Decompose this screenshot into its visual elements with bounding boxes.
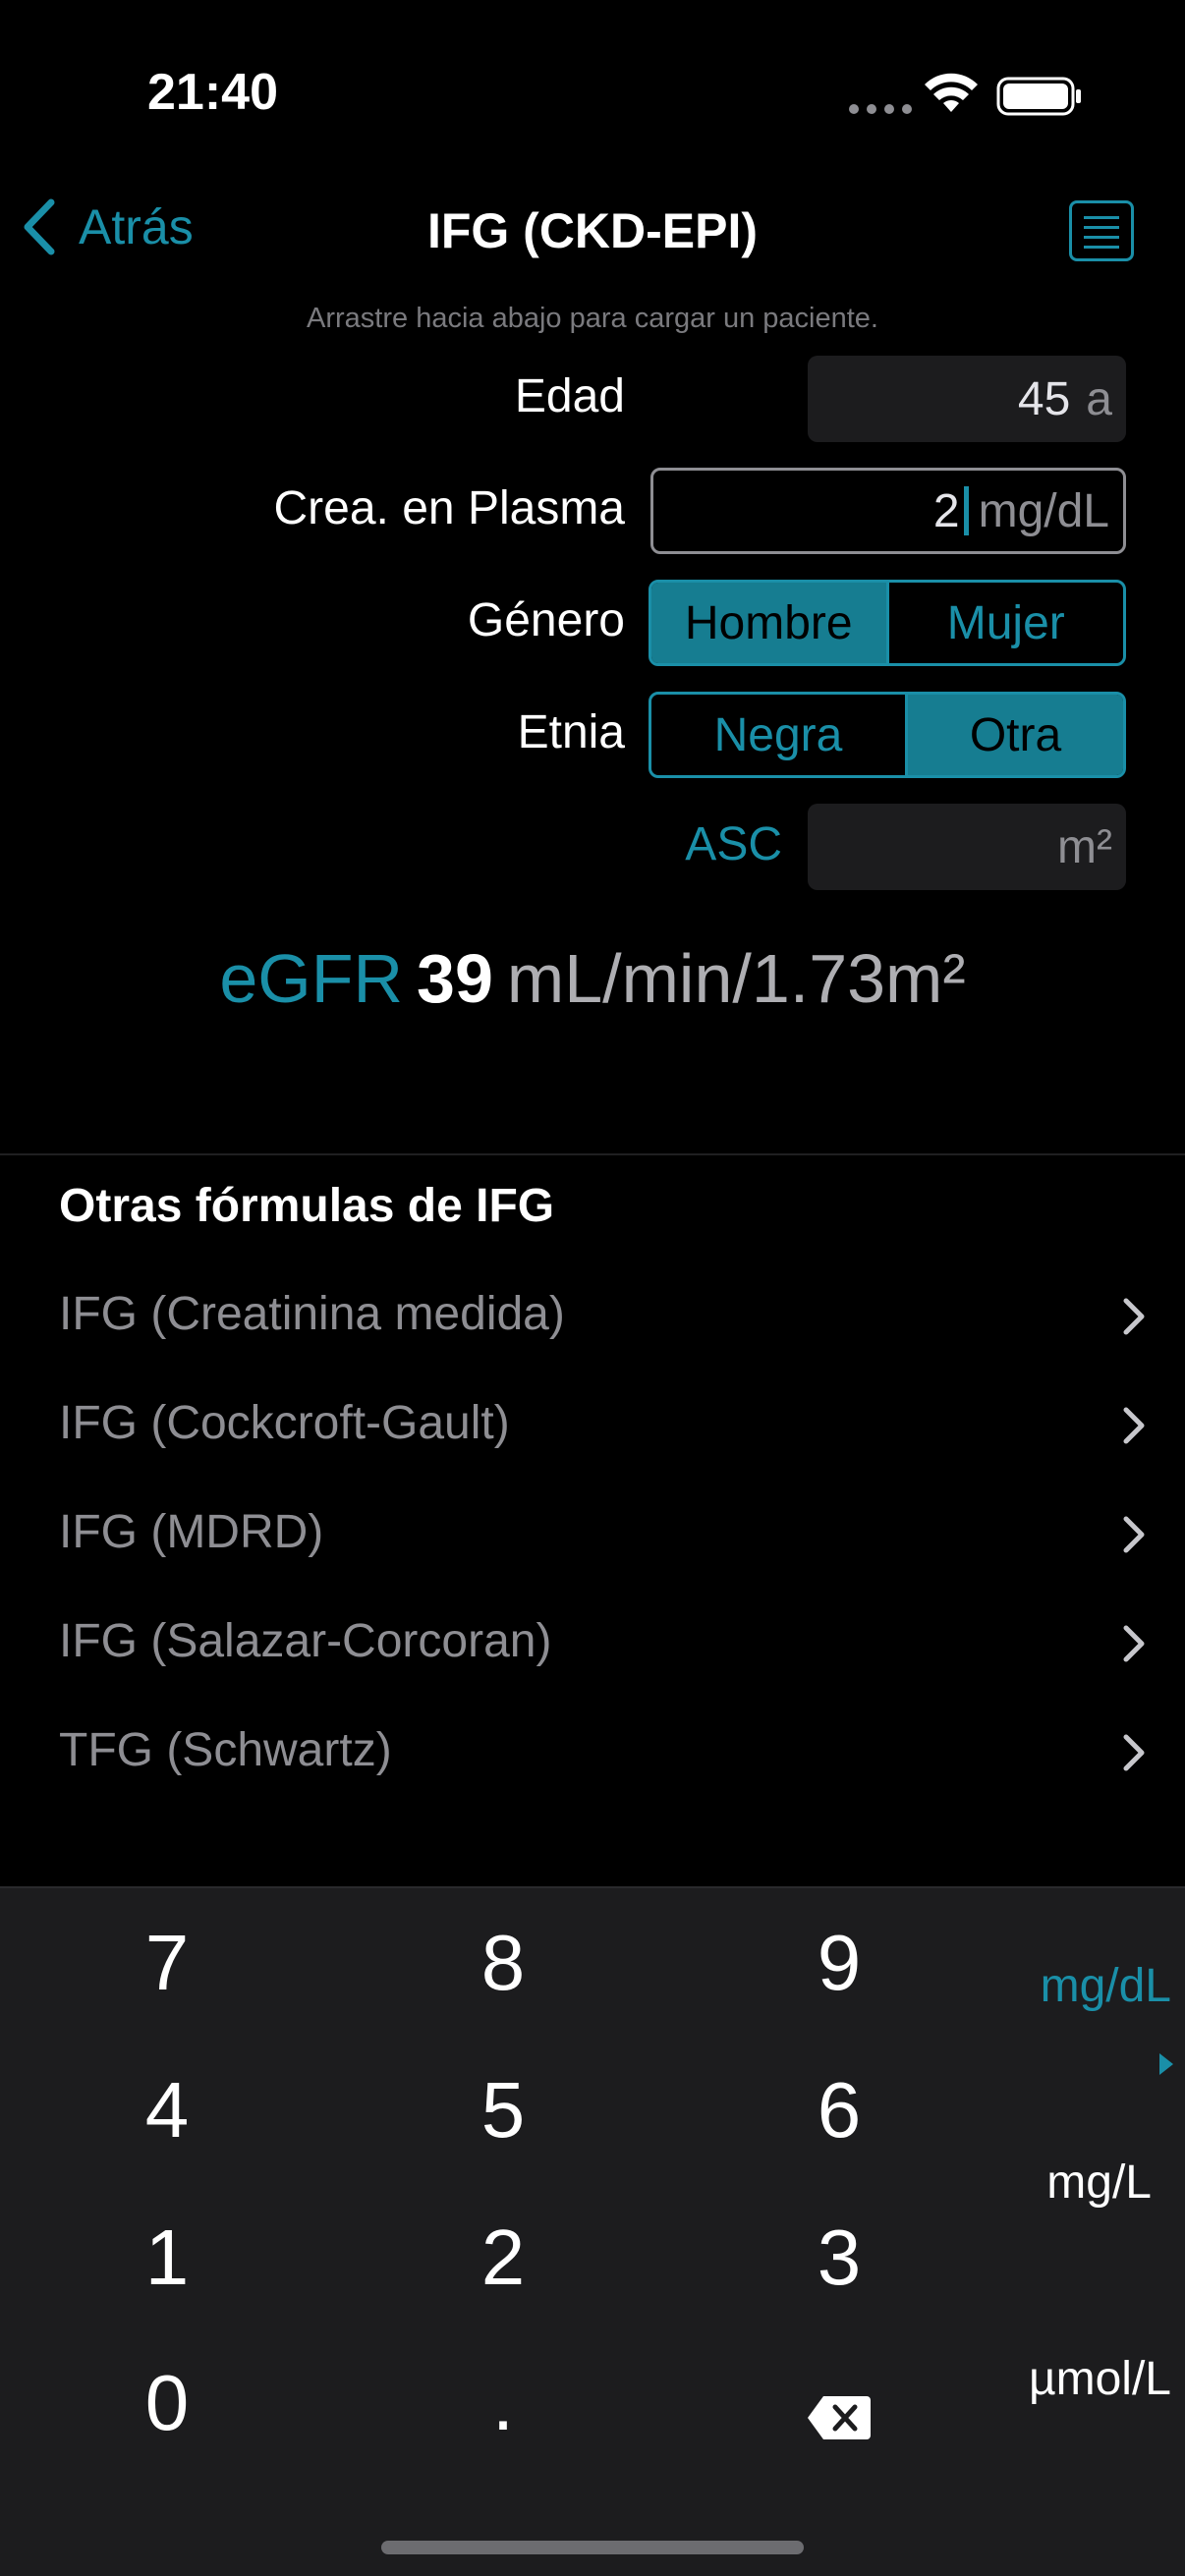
age-field[interactable]: 45 a — [808, 356, 1126, 442]
chevron-right-icon — [1123, 1625, 1145, 1662]
age-value: 45 — [1017, 372, 1071, 425]
list-item[interactable]: TFG (Schwartz) — [0, 1696, 1185, 1804]
backspace-key[interactable] — [672, 2370, 1006, 2448]
gender-segmented-control[interactable]: Hombre Mujer — [649, 580, 1126, 666]
list-item[interactable]: IFG (Creatinina medida) — [0, 1260, 1185, 1368]
key-3[interactable]: 3 — [672, 2212, 1006, 2303]
status-time: 21:40 — [147, 64, 278, 121]
creatinine-unit: mg/dL — [978, 484, 1109, 537]
unit-option-mg-dl[interactable]: mg/dL — [1041, 1959, 1171, 2013]
ethnicity-option-negra[interactable]: Negra — [651, 695, 905, 775]
creatinine-label: Crea. en Plasma — [273, 482, 626, 534]
age-label: Edad — [514, 370, 625, 422]
ethnicity-label: Etnia — [517, 706, 625, 758]
ethnicity-option-otra[interactable]: Otra — [905, 695, 1123, 775]
age-unit: a — [1086, 372, 1112, 425]
unit-option-mg-l[interactable]: mg/L — [1046, 2156, 1152, 2210]
home-indicator[interactable] — [381, 2541, 804, 2554]
bsa-label[interactable]: ASC — [685, 817, 782, 871]
gender-label: Género — [467, 594, 625, 646]
key-8[interactable]: 8 — [336, 1918, 670, 2008]
list-item[interactable]: IFG (Cockcroft-Gault) — [0, 1369, 1185, 1477]
list-icon[interactable] — [1069, 200, 1134, 261]
chevron-right-icon — [1123, 1734, 1145, 1771]
egfr-value: 39 — [417, 940, 493, 1017]
key-1[interactable]: 1 — [0, 2212, 334, 2303]
unit-option-umol-l[interactable]: µmol/L — [1029, 2352, 1171, 2406]
bsa-field[interactable]: m² — [808, 804, 1126, 890]
list-item-label: IFG (Salazar-Corcoran) — [59, 1614, 552, 1667]
creatinine-value: 2 — [932, 484, 960, 537]
gender-option-hombre[interactable]: Hombre — [651, 583, 886, 663]
egfr-result: eGFR 39 mL/min/1.73m² — [0, 939, 1185, 1018]
selection-indicator-icon — [1159, 2053, 1173, 2075]
bsa-unit: m² — [1057, 820, 1112, 873]
gender-option-mujer[interactable]: Mujer — [885, 583, 1124, 663]
chevron-right-icon — [1123, 1407, 1145, 1444]
text-cursor — [963, 486, 969, 535]
key-6[interactable]: 6 — [672, 2065, 1006, 2156]
key-4[interactable]: 4 — [0, 2065, 334, 2156]
creatinine-field[interactable]: 2 mg/dL — [650, 468, 1126, 554]
key-2[interactable]: 2 — [336, 2212, 670, 2303]
ethnicity-segmented-control[interactable]: Negra Otra — [649, 692, 1126, 778]
key-5[interactable]: 5 — [336, 2065, 670, 2156]
key-9[interactable]: 9 — [672, 1918, 1006, 2008]
battery-icon — [996, 77, 1081, 116]
list-item[interactable]: IFG (MDRD) — [0, 1478, 1185, 1586]
key-decimal[interactable]: . — [336, 2358, 670, 2448]
key-7[interactable]: 7 — [0, 1918, 334, 2008]
pull-hint: Arrastre hacia abajo para cargar un paci… — [307, 303, 878, 334]
chevron-right-icon — [1123, 1516, 1145, 1553]
list-item-label: TFG (Schwartz) — [59, 1723, 392, 1776]
list-item-label: IFG (MDRD) — [59, 1505, 324, 1558]
egfr-label: eGFR — [219, 940, 404, 1017]
list-item-label: IFG (Cockcroft-Gault) — [59, 1396, 510, 1449]
cellular-signal-icon — [849, 104, 912, 114]
key-0[interactable]: 0 — [0, 2358, 334, 2448]
other-formulas-title: Otras fórmulas de IFG — [59, 1180, 555, 1232]
section-divider — [0, 1153, 1185, 1155]
list-item-label: IFG (Creatinina medida) — [59, 1287, 565, 1340]
chevron-right-icon — [1123, 1298, 1145, 1335]
list-item[interactable]: IFG (Salazar-Corcoran) — [0, 1587, 1185, 1695]
page-title: IFG (CKD-EPI) — [426, 203, 759, 258]
egfr-unit: mL/min/1.73m² — [506, 940, 966, 1017]
wifi-icon — [925, 73, 978, 112]
backspace-icon — [808, 2396, 871, 2439]
numeric-keypad: 7 8 9 4 5 6 1 2 3 0 . mg/dL mg/L µmol/L — [0, 1886, 1185, 2576]
